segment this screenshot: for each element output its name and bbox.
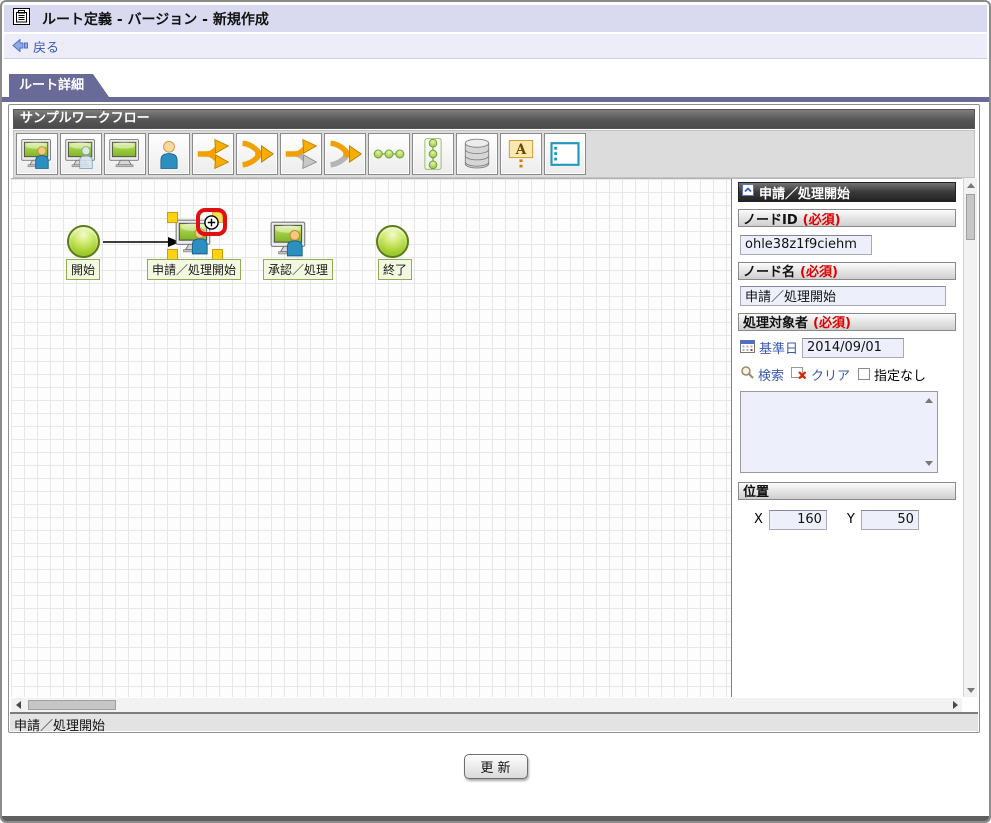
window-bottom-edge [2, 816, 989, 821]
tool-annotation-button[interactable] [500, 133, 542, 175]
node-id-label: ノードID [743, 212, 798, 228]
clear-link[interactable]: クリア [811, 365, 850, 384]
base-date-input[interactable] [802, 337, 905, 358]
node-end-label[interactable]: 終了 [378, 259, 413, 280]
node-start-label[interactable]: 開始 [66, 259, 101, 280]
interactive-task-icon [19, 136, 55, 172]
workflow-panel-title: サンプルワークフロー [13, 109, 975, 129]
no-assign-label: 指定なし [874, 368, 927, 384]
position-x-label: X [754, 512, 763, 527]
scroll-right-button[interactable] [948, 698, 962, 712]
tool-frame-button[interactable] [544, 133, 586, 175]
title-bar: ルート定義 - バージョン - 新規作成 [4, 5, 987, 32]
scroll-left-button[interactable] [11, 698, 25, 712]
search-icon[interactable] [740, 365, 754, 383]
listbox-scroll-up-icon[interactable] [925, 397, 933, 403]
connector-arrow[interactable] [103, 236, 181, 248]
tool-sequence-vertical-button[interactable] [412, 133, 454, 175]
node-start[interactable] [67, 225, 100, 258]
tool-database-button[interactable] [456, 133, 498, 175]
required-mark: (必須) [800, 265, 838, 280]
system-task-icon [107, 136, 143, 172]
tool-dynamic-task-button[interactable] [60, 133, 102, 175]
search-link[interactable]: 検索 [758, 365, 784, 384]
user-task-icon [151, 136, 187, 172]
page-title: ルート定義 - バージョン - 新規作成 [42, 11, 269, 28]
exclusive-split-icon [283, 136, 319, 172]
tool-user-task-button[interactable] [148, 133, 190, 175]
node-apply-start[interactable] [167, 208, 227, 260]
collapse-icon[interactable] [742, 184, 754, 200]
assignee-listbox[interactable] [740, 390, 938, 473]
clear-icon[interactable] [791, 365, 807, 383]
assignee-section: 処理対象者 (必須) [738, 312, 956, 331]
properties-title: 申請／処理開始 [759, 186, 851, 202]
properties-panel: 申請／処理開始 ノードID (必須) ノード名 (必須) 処理対象者 [731, 179, 962, 697]
calendar-icon[interactable] [740, 339, 755, 357]
exclusive-join-icon [327, 136, 363, 172]
position-x-input[interactable] [768, 509, 827, 530]
drop-target-indicator [196, 208, 227, 236]
status-bar: 申請／処理開始 [10, 712, 978, 734]
sequence-vertical-icon [415, 136, 451, 172]
listbox-scroll-down-icon[interactable] [925, 460, 933, 466]
frame-icon [547, 136, 583, 172]
annotation-icon [503, 136, 539, 172]
no-assign-checkbox[interactable] [858, 368, 871, 380]
base-date-link[interactable]: 基準日 [759, 338, 798, 357]
tool-system-task-button[interactable] [104, 133, 146, 175]
tool-branch-join-button[interactable] [236, 133, 278, 175]
required-mark: (必須) [813, 316, 851, 331]
back-bar: 戻る [4, 33, 987, 59]
tab-underline [2, 97, 989, 102]
node-name-input[interactable] [740, 285, 946, 306]
horizontal-scroll-thumb[interactable] [28, 700, 116, 710]
required-mark: (必須) [802, 212, 841, 228]
document-icon [13, 8, 30, 29]
node-apply-start-label[interactable]: 申請／処理開始 [147, 259, 242, 280]
canvas-horizontal-scrollbar[interactable] [11, 698, 962, 712]
database-icon [459, 136, 495, 172]
node-end[interactable] [376, 225, 409, 258]
route-editor-frame: サンプルワークフロー 開始 申請／処理開始 承認／処理 終了 申請／処理開始 ノ… [8, 104, 980, 734]
branch-join-icon [239, 136, 275, 172]
node-approve[interactable] [268, 218, 310, 260]
update-button[interactable]: 更 新 [463, 754, 528, 779]
position-label: 位置 [743, 485, 770, 500]
tool-branch-split-button[interactable] [192, 133, 234, 175]
tool-exclusive-join-button[interactable] [324, 133, 366, 175]
node-name-section: ノード名 (必須) [738, 261, 956, 280]
position-section: 位置 [738, 481, 956, 500]
tool-sequence-horizontal-button[interactable] [368, 133, 410, 175]
node-id-section: ノードID (必須) [738, 209, 956, 228]
dynamic-task-icon [63, 136, 99, 172]
workflow-canvas[interactable]: 開始 申請／処理開始 承認／処理 終了 申請／処理開始 ノードID (必須) o… [11, 178, 962, 697]
node-toolbar [13, 130, 975, 178]
sequence-horizontal-icon [371, 136, 407, 172]
tool-exclusive-split-button[interactable] [280, 133, 322, 175]
scroll-up-button[interactable] [964, 178, 978, 192]
node-id-input[interactable] [740, 234, 872, 255]
position-y-label: Y [846, 512, 855, 527]
interactive-task-icon [268, 218, 310, 260]
selection-handle[interactable] [167, 212, 178, 223]
properties-header: 申請／処理開始 [738, 182, 956, 202]
node-name-label: ノード名 [743, 265, 796, 280]
branch-split-icon [195, 136, 231, 172]
tab-route-detail[interactable]: ルート詳細 [9, 74, 109, 97]
vertical-scroll-thumb[interactable] [966, 194, 975, 240]
back-arrow-icon[interactable] [12, 37, 29, 56]
back-link[interactable]: 戻る [33, 37, 59, 56]
canvas-vertical-scrollbar[interactable] [963, 178, 977, 697]
scroll-down-button[interactable] [964, 683, 978, 697]
app-window: ルート定義 - バージョン - 新規作成 戻る ルート詳細 サンプルワークフロー [0, 0, 991, 823]
tool-interactive-task-button[interactable] [16, 133, 58, 175]
node-approve-label[interactable]: 承認／処理 [263, 259, 334, 280]
position-y-input[interactable] [860, 509, 919, 530]
assignee-label: 処理対象者 [743, 316, 809, 331]
